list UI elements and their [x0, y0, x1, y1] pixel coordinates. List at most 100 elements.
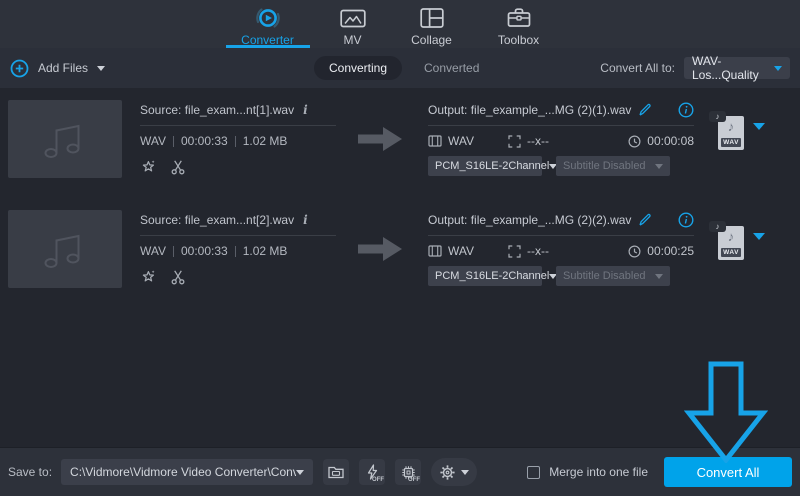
mv-icon: [340, 4, 366, 31]
source-size: 1.02 MB: [243, 134, 288, 148]
save-to-label: Save to:: [8, 465, 52, 479]
music-note-icon: [39, 115, 91, 163]
tab-collage[interactable]: Collage: [396, 0, 468, 48]
divider: [140, 125, 336, 126]
toolbar: Add Files Converting Converted Convert A…: [0, 48, 800, 88]
converter-icon: [254, 4, 282, 31]
arrow-right-icon: [336, 210, 424, 288]
source-column: Source: file_exam...nt[1].wav i WAV 00:0…: [140, 100, 336, 178]
divider: [428, 125, 694, 126]
media-format-icon: [428, 135, 442, 147]
toolbox-icon: [507, 4, 531, 31]
audio-settings-value: PCM_S16LE-2Channel: [435, 160, 549, 172]
cut-icon[interactable]: [170, 269, 186, 285]
lightning-off-label: OFF: [372, 477, 384, 483]
audio-badge-icon: ♪: [709, 221, 726, 232]
edit-effects-icon[interactable]: [140, 159, 156, 175]
resolution-icon: [508, 245, 521, 258]
edit-effects-icon[interactable]: [140, 269, 156, 285]
wav-file-icon[interactable]: ♪ ♪ WAV: [718, 116, 744, 150]
audio-thumbnail: [8, 210, 122, 288]
rename-icon[interactable]: [638, 103, 652, 117]
tab-collage-label: Collage: [411, 33, 452, 47]
source-size: 1.02 MB: [243, 244, 288, 258]
subtitle-dropdown[interactable]: Subtitle Disabled: [556, 266, 670, 286]
merge-label: Merge into one file: [549, 465, 648, 479]
merge-checkbox[interactable]: [527, 466, 540, 479]
merge-option: Merge into one file: [527, 465, 648, 479]
convert-all-to-label: Convert All to:: [600, 61, 675, 75]
tab-mv[interactable]: MV: [325, 0, 381, 48]
format-chevron-icon[interactable]: [753, 240, 765, 258]
convert-all-to-value: WAV-Los...Quality: [692, 54, 774, 82]
output-format: WAV: [448, 134, 474, 148]
divider: [140, 235, 336, 236]
chevron-down-icon: [774, 66, 782, 71]
output-column: Output: file_example_...MG (2)(2).wav: [428, 210, 694, 288]
file-type-label: WAV: [721, 248, 741, 257]
wav-file-icon[interactable]: ♪ ♪ WAV: [718, 226, 744, 260]
clock-icon: [628, 245, 641, 258]
save-path-input[interactable]: C:\Vidmore\Vidmore Video Converter\Conve…: [61, 459, 313, 485]
view-tabs: Converting Converted: [314, 56, 479, 80]
tab-mv-label: MV: [344, 33, 362, 47]
subtitle-dropdown[interactable]: Subtitle Disabled: [556, 156, 670, 176]
audio-badge-icon: ♪: [709, 111, 726, 122]
tab-converter[interactable]: Converter: [226, 0, 310, 48]
chevron-down-icon: [655, 274, 663, 279]
source-format: WAV: [140, 244, 166, 258]
audio-settings-dropdown[interactable]: PCM_S16LE-2Channel: [428, 156, 542, 176]
clock-icon: [628, 135, 641, 148]
output-type-selector: ♪ ♪ WAV: [718, 100, 765, 178]
gear-icon: [439, 464, 456, 481]
audio-settings-value: PCM_S16LE-2Channel: [435, 270, 549, 282]
output-type-selector: ♪ ♪ WAV: [718, 210, 765, 288]
file-row: Source: file_exam...nt[1].wav i WAV 00:0…: [8, 100, 792, 178]
subtitle-value: Subtitle Disabled: [563, 270, 646, 282]
source-format: WAV: [140, 134, 166, 148]
file-row: Source: file_exam...nt[2].wav i WAV 00:0…: [8, 210, 792, 288]
tab-converted[interactable]: Converted: [424, 61, 479, 75]
output-filename: Output: file_example_...MG (2)(1).wav: [428, 103, 631, 117]
gpu-acceleration-button[interactable]: OFF: [395, 459, 421, 485]
arrow-right-icon: [336, 100, 424, 178]
output-resolution: --x--: [527, 134, 549, 148]
cut-icon[interactable]: [170, 159, 186, 175]
output-info-icon[interactable]: [678, 212, 694, 228]
add-files-button[interactable]: Add Files: [10, 59, 105, 78]
separator: [235, 136, 236, 147]
hardware-acceleration-button[interactable]: OFF: [359, 459, 385, 485]
convert-all-to-dropdown[interactable]: WAV-Los...Quality: [684, 57, 790, 79]
save-path-value: C:\Vidmore\Vidmore Video Converter\Conve…: [70, 465, 296, 479]
source-column: Source: file_exam...nt[2].wav i WAV 00:0…: [140, 210, 336, 288]
tab-toolbox-label: Toolbox: [498, 33, 539, 47]
tab-toolbox[interactable]: Toolbox: [483, 0, 555, 48]
audio-settings-dropdown[interactable]: PCM_S16LE-2Channel: [428, 266, 542, 286]
audio-thumbnail: [8, 100, 122, 178]
top-bar: Converter MV Collage: [0, 0, 800, 48]
source-info-icon[interactable]: i: [303, 213, 308, 227]
chevron-down-icon: [461, 470, 469, 475]
output-format: WAV: [448, 244, 474, 258]
settings-button[interactable]: [431, 458, 477, 486]
source-duration: 00:00:33: [181, 134, 228, 148]
bottom-bar: Save to: C:\Vidmore\Vidmore Video Conver…: [0, 447, 800, 496]
source-duration: 00:00:33: [181, 244, 228, 258]
rename-icon[interactable]: [638, 213, 652, 227]
divider: [428, 235, 694, 236]
open-folder-button[interactable]: [323, 459, 349, 485]
source-filename: Source: file_exam...nt[1].wav: [140, 103, 294, 117]
separator: [173, 246, 174, 257]
folder-icon: [328, 465, 344, 479]
chevron-down-icon: [296, 470, 304, 475]
file-type-label: WAV: [721, 138, 741, 147]
collage-icon: [420, 4, 444, 31]
tab-converting[interactable]: Converting: [314, 56, 402, 80]
source-info-icon[interactable]: i: [303, 103, 308, 117]
add-icon: [10, 59, 29, 78]
add-files-label: Add Files: [38, 61, 88, 75]
output-resolution: --x--: [527, 244, 549, 258]
output-info-icon[interactable]: [678, 102, 694, 118]
output-column: Output: file_example_...MG (2)(1).wav: [428, 100, 694, 178]
format-chevron-icon[interactable]: [753, 130, 765, 148]
